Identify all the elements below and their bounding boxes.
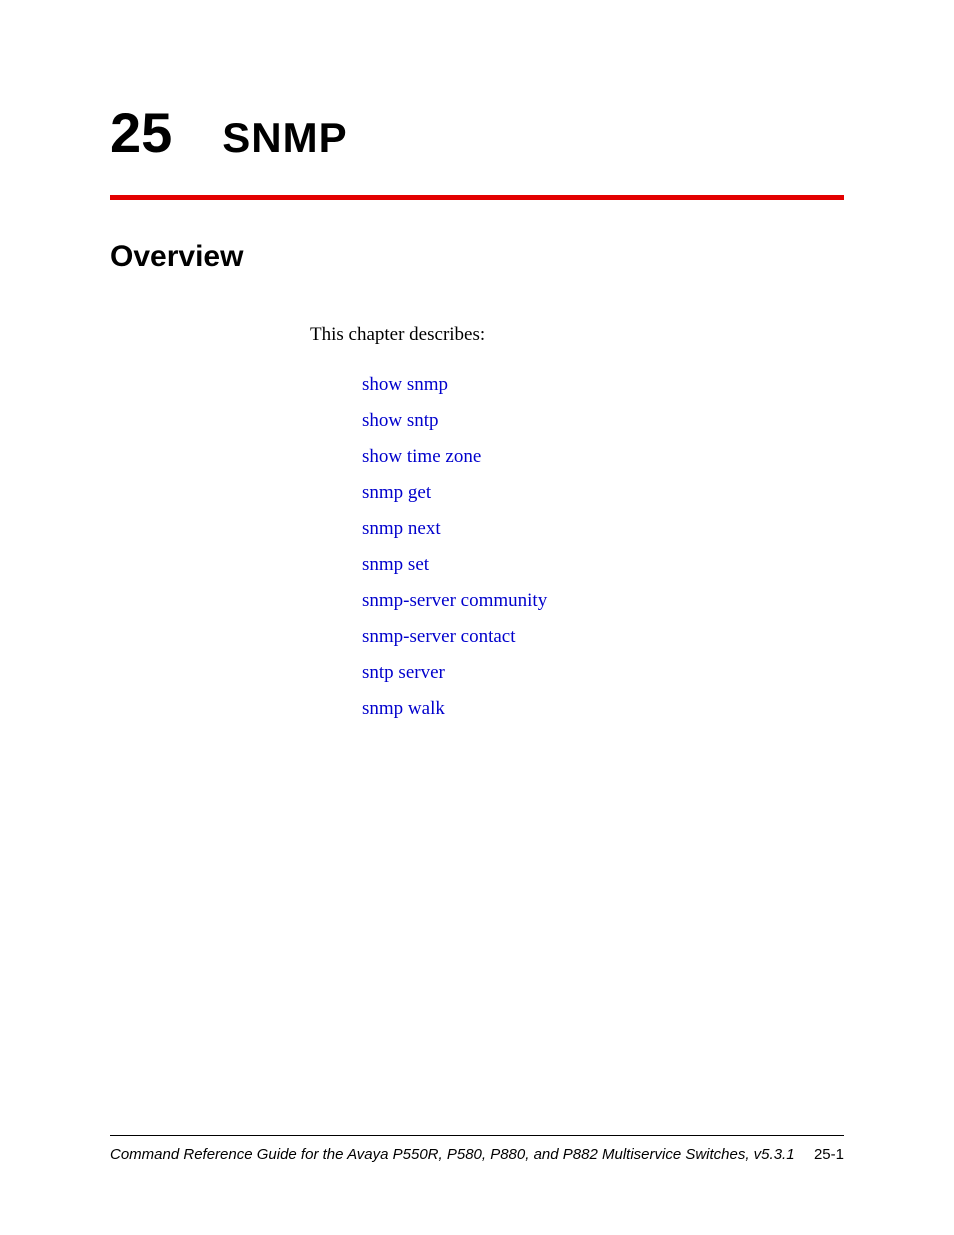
link-snmp-walk[interactable]: snmp walk [362, 698, 844, 720]
intro-text: This chapter describes: [310, 324, 844, 346]
link-sntp-server[interactable]: sntp server [362, 662, 844, 684]
chapter-header: 25 SNMP [110, 100, 844, 165]
footer-guide-title: Command Reference Guide for the Avaya P5… [110, 1146, 795, 1163]
chapter-rule [110, 195, 844, 200]
link-show-sntp[interactable]: show sntp [362, 410, 844, 432]
page-footer: Command Reference Guide for the Avaya P5… [110, 1135, 844, 1163]
link-snmp-set[interactable]: snmp set [362, 554, 844, 576]
link-snmp-server-community[interactable]: snmp-server community [362, 590, 844, 612]
link-show-time-zone[interactable]: show time zone [362, 446, 844, 468]
link-snmp-get[interactable]: snmp get [362, 482, 844, 504]
page-content: 25 SNMP Overview This chapter describes:… [0, 0, 954, 720]
footer-rule [110, 1135, 844, 1136]
footer-page-number: 25-1 [814, 1146, 844, 1163]
link-snmp-server-contact[interactable]: snmp-server contact [362, 626, 844, 648]
chapter-number: 25 [110, 100, 172, 165]
footer-content: Command Reference Guide for the Avaya P5… [110, 1146, 844, 1163]
link-list: show snmp show sntp show time zone snmp … [362, 374, 844, 720]
link-snmp-next[interactable]: snmp next [362, 518, 844, 540]
chapter-title: SNMP [222, 114, 347, 162]
section-title: Overview [110, 240, 844, 274]
link-show-snmp[interactable]: show snmp [362, 374, 844, 396]
